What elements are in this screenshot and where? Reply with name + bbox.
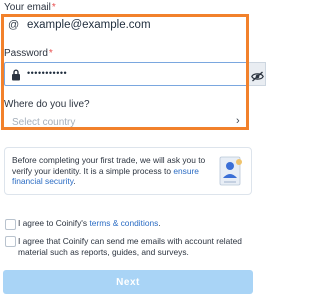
terms-link[interactable]: terms & conditions xyxy=(89,218,158,228)
verification-info-text: Before completing your first trade, we w… xyxy=(12,155,206,187)
terms-text: I agree to Coinify's terms & conditions. xyxy=(18,218,161,228)
country-select[interactable]: Select country xyxy=(12,117,75,128)
verification-info-box: Before completing your first trade, we w… xyxy=(4,147,252,195)
password-label: Password* xyxy=(4,48,53,59)
lock-icon xyxy=(11,68,21,86)
password-field[interactable]: ••••••••••• xyxy=(4,62,248,86)
emails-consent-text: I agree that Coinify can send me emails … xyxy=(18,236,242,257)
identity-document-icon xyxy=(217,154,247,195)
password-value: ••••••••••• xyxy=(27,68,68,78)
at-icon: @ xyxy=(8,19,20,31)
emails-consent-checkbox[interactable] xyxy=(5,236,16,247)
toggle-visibility-button[interactable] xyxy=(248,62,266,86)
email-field[interactable]: example@example.com xyxy=(27,19,151,31)
country-label: Where do you live? xyxy=(4,99,90,110)
chevron-right-icon: › xyxy=(236,115,240,127)
eye-off-icon xyxy=(251,69,264,87)
next-button[interactable]: Next xyxy=(3,270,253,294)
email-label: Your email* xyxy=(4,2,56,13)
terms-checkbox[interactable] xyxy=(5,219,16,230)
